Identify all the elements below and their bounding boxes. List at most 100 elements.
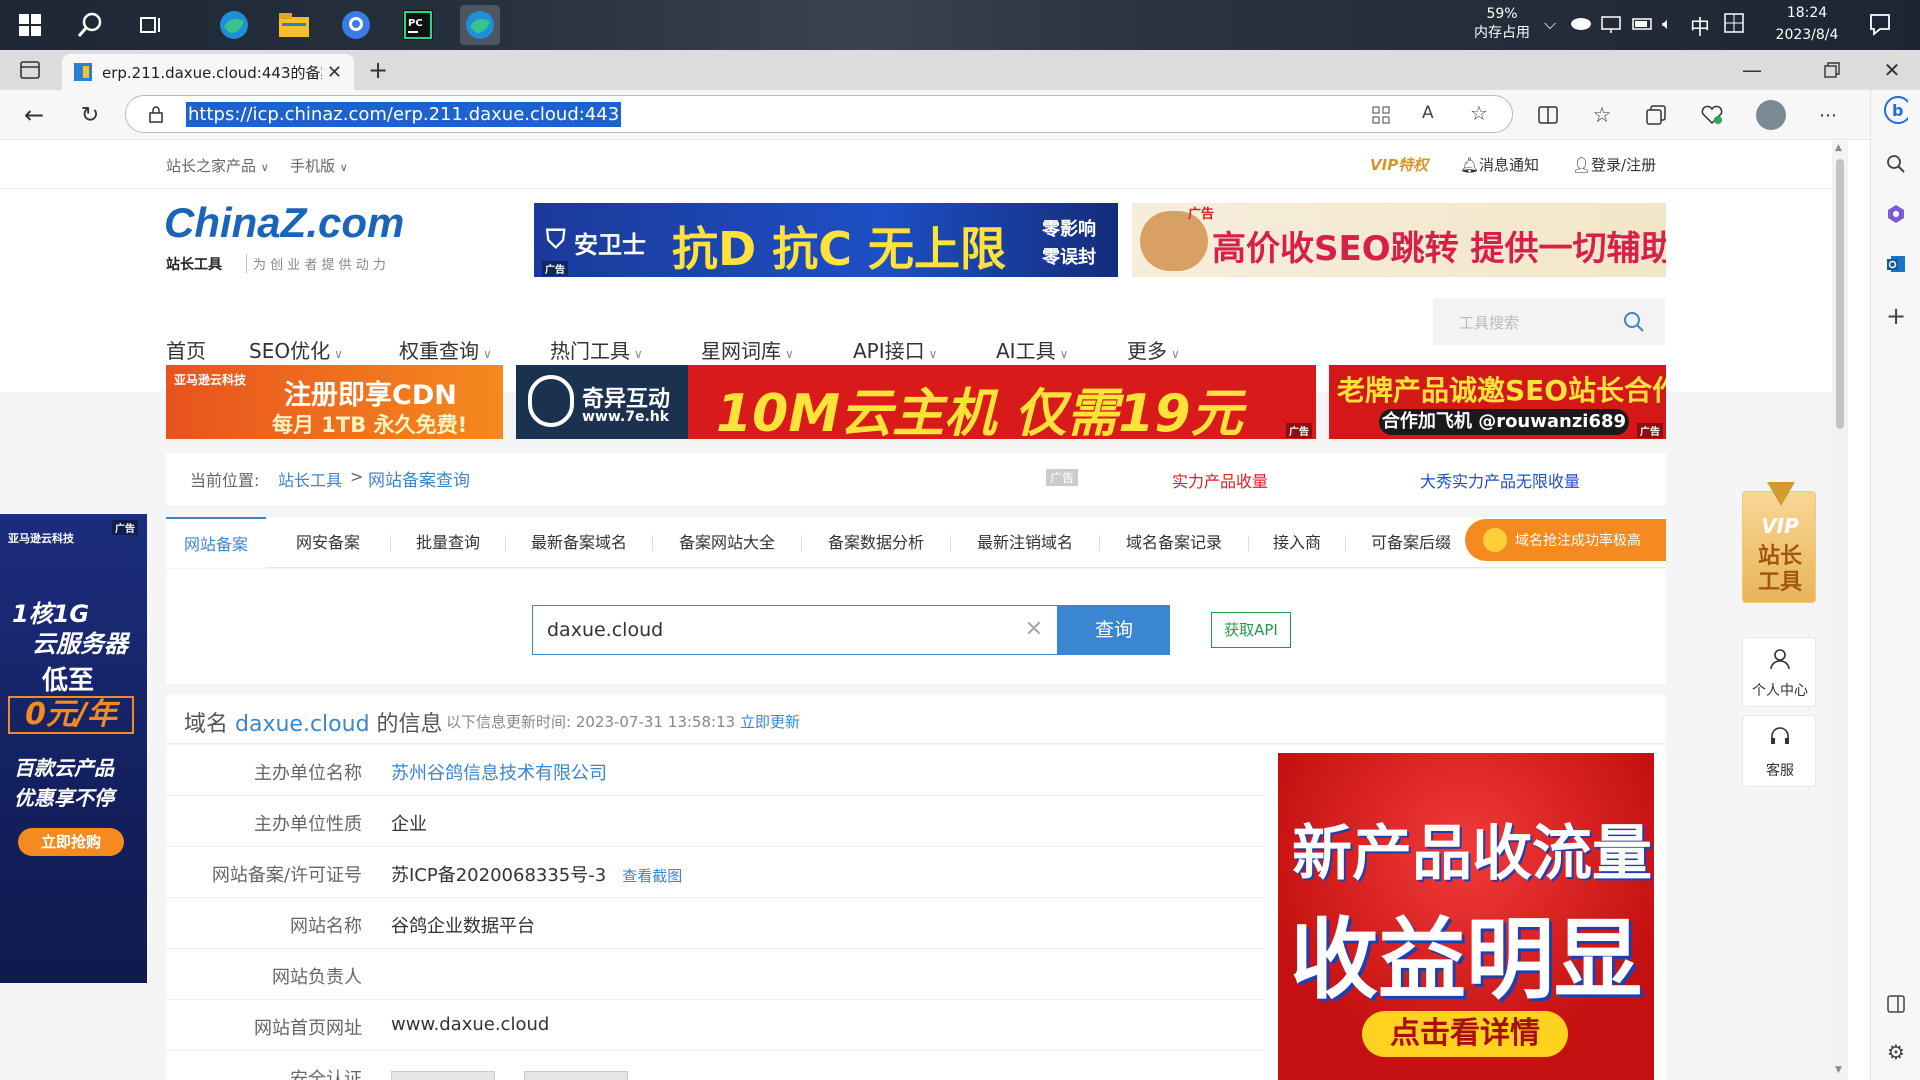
clear-input-icon[interactable]: ✕ xyxy=(1025,606,1043,654)
volume-icon[interactable]: 🔈︎ xyxy=(1662,14,1672,34)
scroll-down-icon[interactable]: ▼ xyxy=(1835,1065,1842,1075)
ad-banner-partner[interactable]: 老牌产品诚邀SEO站长合作 合作加飞机 @rouwanzi689 广告 xyxy=(1329,365,1666,439)
sidebar-tools-icon[interactable] xyxy=(1884,202,1908,226)
address-bar[interactable]: https://icp.chinaz.com/erp.211.daxue.clo… xyxy=(125,95,1513,133)
chinaz-logo[interactable]: ChinaZ.com xyxy=(164,199,404,247)
more-menu-icon[interactable]: ⋯ xyxy=(1816,103,1840,127)
task-view-button[interactable] xyxy=(126,0,174,50)
apps-grid-icon[interactable] xyxy=(1371,105,1391,125)
performance-icon[interactable] xyxy=(1700,103,1724,127)
tab-batch-query[interactable]: 批量查询 xyxy=(391,517,505,568)
read-aloud-icon[interactable]: A xyxy=(1422,103,1434,123)
sidebar-add-icon[interactable]: + xyxy=(1884,302,1908,330)
nav-hot-tools[interactable]: 热门工具 ∨ xyxy=(550,335,643,364)
collections-icon[interactable] xyxy=(1644,103,1668,127)
refresh-link[interactable]: 立即更新 xyxy=(740,713,800,731)
start-button[interactable] xyxy=(6,0,54,50)
tray-chevron-icon[interactable]: ⌵ xyxy=(1544,14,1556,34)
close-window-button[interactable]: ✕ xyxy=(1868,50,1916,90)
taskbar-search-button[interactable] xyxy=(66,0,114,50)
tool-search-box[interactable]: 工具搜索 xyxy=(1433,299,1665,345)
ad-banner-new-product[interactable]: 新产品收流量 收益明显 点击看详情 xyxy=(1278,753,1654,1080)
minimize-button[interactable]: — xyxy=(1728,50,1776,90)
split-screen-icon[interactable] xyxy=(1536,103,1560,127)
ad-banner-seo[interactable]: 广告 高价收SEO跳转 提供一切辅助 xyxy=(1132,203,1666,277)
query-button[interactable]: 查询 xyxy=(1058,605,1170,655)
scroll-thumb[interactable] xyxy=(1836,159,1844,429)
taskbar-app-explorer[interactable] xyxy=(274,5,314,45)
profile-avatar[interactable] xyxy=(1756,100,1786,130)
taskbar-app-edge[interactable] xyxy=(214,5,254,45)
sidebar-layout-icon[interactable] xyxy=(1884,992,1908,1016)
products-menu[interactable]: 站长之家产品 ∨ xyxy=(166,155,269,176)
get-api-button[interactable]: 获取API xyxy=(1211,612,1291,648)
security-badge-1[interactable] xyxy=(391,1071,495,1080)
outlook-icon[interactable] xyxy=(1884,252,1908,276)
clock-time[interactable]: 18:24 xyxy=(1762,4,1852,23)
view-screenshot-link[interactable]: 查看截图 xyxy=(622,867,682,885)
taskbar-app-edge-active[interactable] xyxy=(460,5,500,45)
favorite-star-icon[interactable]: ☆ xyxy=(1470,101,1488,125)
taskbar-app-chat[interactable] xyxy=(336,5,376,45)
tab-new-domains[interactable]: 最新备案域名 xyxy=(506,517,652,568)
nav-home[interactable]: 首页 xyxy=(166,335,206,364)
ad-left-cloud-server[interactable]: 亚马逊云科技 广告 1核1G 云服务器 低至 0元/年 百款云产品 优惠享不停 … xyxy=(0,514,147,983)
ad-banner-7e[interactable]: 奇异互动 www.7e.hk 10M云主机 仅需19元 广告 xyxy=(516,365,1316,439)
scroll-up-icon[interactable]: ▲ xyxy=(1835,143,1842,153)
favorites-icon[interactable]: ☆ xyxy=(1590,103,1614,127)
tab-actions-icon[interactable] xyxy=(20,60,40,80)
tab-data-analysis[interactable]: 备案数据分析 xyxy=(802,517,950,568)
nav-seo[interactable]: SEO优化 ∨ xyxy=(249,335,343,364)
taskbar-app-pycharm[interactable]: PC xyxy=(398,5,438,45)
sidebar-search-icon[interactable] xyxy=(1884,152,1908,176)
tab-domain-records[interactable]: 域名备案记录 xyxy=(1100,517,1248,568)
bing-chat-icon[interactable]: b xyxy=(1884,96,1908,124)
new-tab-button[interactable]: + xyxy=(368,56,388,84)
cloud-icon[interactable] xyxy=(1570,14,1592,30)
tab-suffixes[interactable]: 可备案后缀 xyxy=(1346,517,1476,568)
promo-link-1[interactable]: 实力产品收量 xyxy=(1172,468,1268,492)
back-button[interactable]: ← xyxy=(22,101,46,129)
url-text[interactable]: https://icp.chinaz.com/erp.211.daxue.clo… xyxy=(186,102,622,127)
login-link[interactable]: 👤︎登录/注册 xyxy=(1572,154,1656,175)
refresh-button[interactable]: ↻ xyxy=(78,103,102,128)
nav-ai-tools[interactable]: AI工具 ∨ xyxy=(996,335,1068,364)
settings-gear-icon[interactable]: ⚙ xyxy=(1884,1040,1908,1064)
nav-weight[interactable]: 权重查询 ∨ xyxy=(399,335,492,364)
nav-api[interactable]: API接口 ∨ xyxy=(853,335,937,364)
breadcrumb-link-tools[interactable]: 站长工具 xyxy=(278,467,342,491)
ime-indicator[interactable]: 中 xyxy=(1690,11,1710,40)
security-badge-2[interactable] xyxy=(524,1071,628,1080)
tab-isp[interactable]: 接入商 xyxy=(1249,517,1345,568)
breadcrumb-link-icp[interactable]: 网站备案查询 xyxy=(368,466,470,491)
customer-service-button[interactable]: 客服 xyxy=(1742,715,1816,787)
mobile-menu[interactable]: 手机版 ∨ xyxy=(290,155,348,176)
page-scrollbar[interactable]: ▲ ▼ xyxy=(1832,141,1848,1080)
ime-mode-icon[interactable] xyxy=(1724,13,1744,33)
personal-center-button[interactable]: 个人中心 xyxy=(1742,637,1816,707)
row-value-link[interactable]: 苏州谷鸽信息技术有限公司 xyxy=(391,759,607,785)
table-row: 网站备案/许可证号 苏ICP备2020068335号-3 查看截图 xyxy=(166,847,1264,898)
tab-close-icon[interactable]: ✕ xyxy=(327,62,342,83)
promo-tab-domain-snap[interactable]: 域名抢注成功率极高 xyxy=(1465,519,1666,561)
nav-lexicon[interactable]: 星网词库 ∨ xyxy=(701,335,794,364)
tab-police-icp[interactable]: 网安备案 xyxy=(266,517,390,568)
tab-site-icp[interactable]: 网站备案 xyxy=(166,517,266,568)
clock-date[interactable]: 2023/8/4 xyxy=(1762,26,1852,45)
vip-tools-widget[interactable]: VIP 站长 工具 xyxy=(1742,482,1816,603)
vip-link[interactable]: VIP特权 xyxy=(1370,154,1428,175)
promo-link-2[interactable]: 大秀实力产品无限收量 xyxy=(1420,468,1580,492)
network-icon[interactable] xyxy=(1600,15,1622,33)
restore-button[interactable] xyxy=(1808,50,1856,90)
ad-banner-cdn[interactable]: 亚马逊云科技 注册即享CDN 每月 1TB 永久免费! xyxy=(166,365,503,439)
battery-icon[interactable] xyxy=(1632,17,1654,31)
nav-more[interactable]: 更多 ∨ xyxy=(1127,335,1180,364)
domain-input[interactable]: daxue.cloud ✕ xyxy=(532,605,1058,655)
notification-icon[interactable] xyxy=(1868,12,1892,36)
notice-link[interactable]: 🔔︎消息通知 xyxy=(1460,154,1539,175)
tab-cancelled-domains[interactable]: 最新注销域名 xyxy=(951,517,1099,568)
browser-tab[interactable]: erp.211.daxue.cloud:443的备案信 ✕ xyxy=(62,54,354,90)
tab-site-list[interactable]: 备案网站大全 xyxy=(653,517,801,568)
ad-banner-anweishi[interactable]: ⛉ 安卫士 抗D 抗C 无上限 零影响 零误封 广告 xyxy=(534,203,1118,277)
search-icon[interactable] xyxy=(1623,311,1645,333)
